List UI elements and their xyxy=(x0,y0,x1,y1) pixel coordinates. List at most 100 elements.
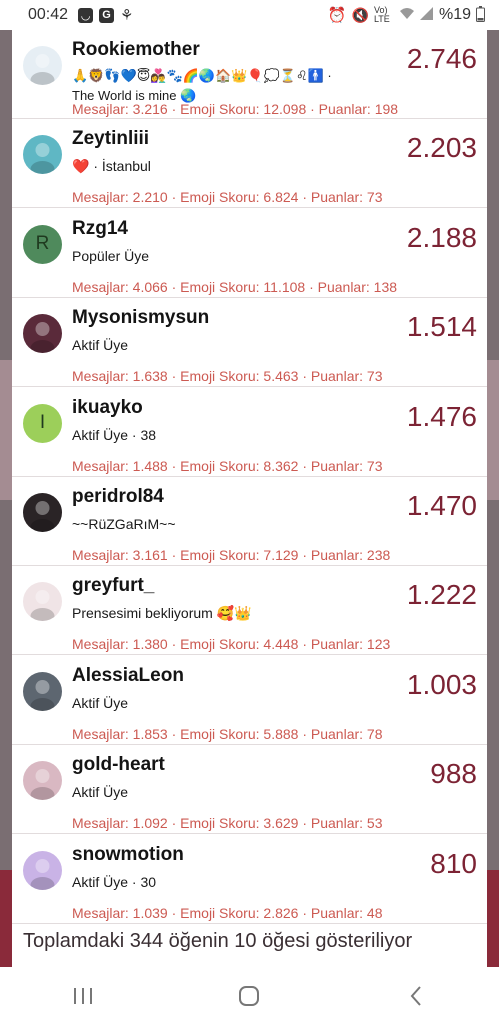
member-row[interactable]: Mysonismysun Aktif Üye Mesajlar: 1.638 · E… xyxy=(12,298,487,388)
results-summary: Toplamdaki 344 öğenin 10 öğesi gösterili… xyxy=(23,930,413,952)
member-name[interactable]: Rzg14 xyxy=(72,218,128,240)
member-row[interactable]: R Rzg14 Popüler Üye Mesajlar: 4.066 · Emoji… xyxy=(12,209,487,298)
app-icon: ⚘ xyxy=(120,7,134,24)
avatar[interactable] xyxy=(23,46,62,85)
volte-icon: Vo) LTE xyxy=(373,5,390,24)
member-stats: Mesajlar: 1.853 · Emoji Skoru: 5.888 · P… xyxy=(72,725,383,742)
back-icon xyxy=(410,985,421,1006)
wifi-icon xyxy=(399,7,415,23)
member-title: Prensesimi bekliyorum 🥰👑 xyxy=(72,603,402,623)
photo-avatar-icon xyxy=(30,679,55,711)
alarm-icon: ⏰ xyxy=(327,7,347,24)
avatar[interactable] xyxy=(23,761,62,801)
member-title-line: Aktif Üye xyxy=(72,694,129,711)
member-stats: Mesajlar: 1.039 · Emoji Skoru: 2.826 · P… xyxy=(72,904,383,921)
member-name[interactable]: snowmotion xyxy=(72,844,184,866)
back-button[interactable] xyxy=(386,976,446,1016)
member-name[interactable]: Zeytinliii xyxy=(72,128,149,150)
member-row[interactable]: Rookiemother 🙏🦁👣💙😇👩‍❤️‍👨🐾🌈🌏🏠👑🎈💭⏳♌🚹 · The W… xyxy=(12,30,487,119)
member-title-line: Aktif Üye xyxy=(72,337,129,354)
member-name[interactable]: peridrol84 xyxy=(72,486,164,508)
member-title: 🙏🦁👣💙😇👩‍❤️‍👨🐾🌈🌏🏠👑🎈💭⏳♌🚹 · The World is mine… xyxy=(72,66,402,106)
cartoon-avatar-icon xyxy=(30,858,55,890)
message-icon: ◡ xyxy=(78,7,94,23)
members-panel: Rookiemother 🙏🦁👣💙😇👩‍❤️‍👨🐾🌈🌏🏠👑🎈💭⏳♌🚹 · The W… xyxy=(12,30,487,967)
member-name[interactable]: Rookiemother xyxy=(72,39,200,61)
member-title-line: Aktif Üye · 38 xyxy=(72,426,157,443)
member-score: 1.476 xyxy=(406,400,477,432)
member-stats: Mesajlar: 4.066 · Emoji Skoru: 11.108 · … xyxy=(72,278,398,295)
member-row[interactable]: snowmotion Aktif Üye · 30 Mesajlar: 1.039 … xyxy=(12,835,487,924)
status-bar: 00:42 ◡ G ⚘ ⏰ 🔇 Vo) LTE %19 xyxy=(0,0,499,30)
member-stats: Mesajlar: 3.161 · Emoji Skoru: 7.129 · P… xyxy=(72,547,391,563)
member-score: 2.203 xyxy=(406,132,477,164)
member-row[interactable]: Iikuayko Aktif Üye · 38 Mesajlar: 1.488 · … xyxy=(12,388,487,477)
member-title-line: Aktif Üye xyxy=(72,784,129,801)
member-title-line: Popüler Üye xyxy=(72,247,150,264)
member-title: Aktif Üye · 38 xyxy=(72,425,402,445)
status-right: ⏰ 🔇 Vo) LTE %19 xyxy=(327,5,485,25)
avatar[interactable] xyxy=(23,135,62,175)
member-title-line: ~~RüZGaRıM~~ xyxy=(72,516,176,532)
recent-apps-icon xyxy=(74,987,93,1004)
member-name[interactable]: Mysonismysun xyxy=(72,307,209,329)
member-title: ~~RüZGaRıM~~ xyxy=(72,514,402,534)
signal-icon xyxy=(419,7,434,23)
navigation-bar xyxy=(0,967,499,1024)
member-title: ❤️ · İstanbul xyxy=(72,156,402,176)
member-row[interactable]: greyfurt_ Prensesimi bekliyorum 🥰👑 Mesajla… xyxy=(12,566,487,656)
avatar[interactable]: I xyxy=(23,403,62,443)
member-row[interactable]: gold-heart Aktif Üye Mesajlar: 1.092 · Emo… xyxy=(12,745,487,835)
cartoon-avatar-icon xyxy=(30,54,55,85)
photo-avatar-icon xyxy=(30,143,55,175)
member-name[interactable]: ikuayko xyxy=(72,397,143,419)
member-row[interactable]: peridrol84 ~~RüZGaRıM~~ Mesajlar: 3.161 · … xyxy=(12,477,487,566)
member-title: Aktif Üye xyxy=(72,782,402,802)
member-title-line: Prensesimi bekliyorum 🥰👑 xyxy=(72,605,252,622)
member-title-line: ❤️ · İstanbul xyxy=(72,158,151,175)
avatar[interactable] xyxy=(23,493,62,532)
member-score: 988 xyxy=(430,758,477,790)
member-title: Popüler Üye xyxy=(72,246,402,266)
g-icon: G xyxy=(99,7,115,23)
member-score: 1.003 xyxy=(406,668,477,700)
member-title-line: Aktif Üye · 30 xyxy=(72,873,157,890)
home-icon xyxy=(239,985,260,1006)
member-stats: Mesajlar: 2.210 · Emoji Skoru: 6.824 · P… xyxy=(72,189,383,206)
member-score: 1.514 xyxy=(406,311,477,343)
member-name[interactable]: AlessiaLeon xyxy=(72,665,184,687)
avatar[interactable] xyxy=(23,850,62,890)
member-stats: Mesajlar: 1.092 · Emoji Skoru: 3.629 · P… xyxy=(72,815,383,832)
member-score: 1.470 xyxy=(406,490,477,521)
battery-level: %19 xyxy=(438,6,471,23)
avatar-letter: R xyxy=(35,233,50,255)
member-name[interactable]: greyfurt_ xyxy=(72,575,154,597)
member-title: Aktif Üye xyxy=(72,693,402,713)
member-row[interactable]: AlessiaLeon Aktif Üye Mesajlar: 1.853 · Em… xyxy=(12,656,487,745)
battery-icon xyxy=(476,5,485,25)
avatar-letter: I xyxy=(39,412,46,434)
avatar[interactable] xyxy=(23,582,62,622)
photo-avatar-icon xyxy=(30,769,55,801)
photo-avatar-icon xyxy=(30,322,55,354)
avatar[interactable]: R xyxy=(23,224,62,264)
member-row[interactable]: Zeytinliii ❤️ · İstanbul Mesajlar: 2.210 ·… xyxy=(12,119,487,209)
photo-avatar-icon xyxy=(30,590,55,622)
member-stats: Mesajlar: 1.638 · Emoji Skoru: 5.463 · P… xyxy=(72,368,383,385)
member-score: 2.188 xyxy=(406,221,477,253)
recent-apps-button[interactable] xyxy=(53,976,113,1016)
avatar[interactable] xyxy=(23,314,62,354)
member-title: Aktif Üye · 30 xyxy=(72,872,402,892)
member-stats: Mesajlar: 1.380 · Emoji Skoru: 4.448 · P… xyxy=(72,636,391,653)
member-score: 2.746 xyxy=(406,43,477,74)
member-title: Aktif Üye xyxy=(72,335,402,355)
member-score: 810 xyxy=(430,847,477,879)
home-button[interactable] xyxy=(219,976,279,1016)
member-stats: Mesajlar: 3.216 · Emoji Skoru: 12.098 · … xyxy=(72,101,399,117)
avatar[interactable] xyxy=(23,671,62,711)
member-stats: Mesajlar: 1.488 · Emoji Skoru: 8.362 · P… xyxy=(72,457,383,474)
mute-icon: 🔇 xyxy=(351,6,369,23)
member-score: 1.222 xyxy=(406,579,477,611)
status-time: 00:42 xyxy=(28,6,69,23)
member-name[interactable]: gold-heart xyxy=(72,754,165,776)
